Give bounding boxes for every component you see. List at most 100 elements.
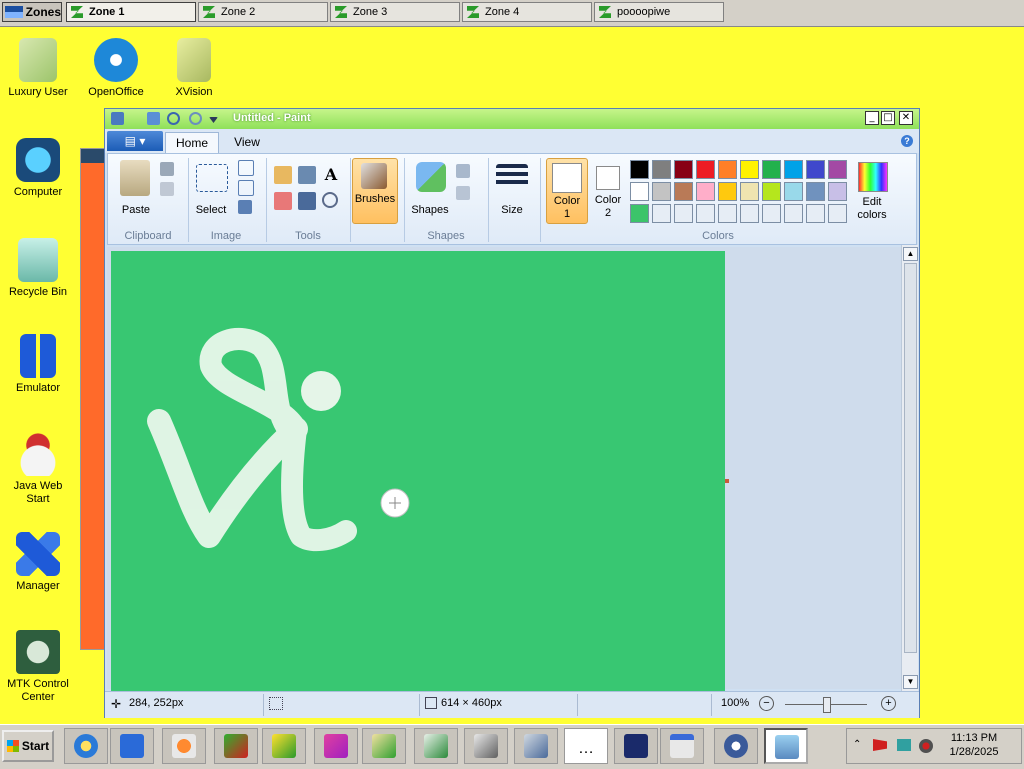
eraser-icon[interactable]: [274, 192, 292, 210]
select-button[interactable]: Select: [188, 204, 234, 216]
color-swatch[interactable]: [696, 160, 715, 179]
color-swatch[interactable]: [784, 160, 803, 179]
taskbar-settings[interactable]: [714, 728, 758, 764]
paste-button[interactable]: Paste: [112, 204, 160, 216]
taskbar-app-pink[interactable]: [314, 728, 358, 764]
color-swatch[interactable]: [828, 160, 847, 179]
taskbar-media[interactable]: [162, 728, 206, 764]
zoom-slider-thumb[interactable]: [823, 697, 831, 713]
taskbar-ie[interactable]: [64, 728, 108, 764]
taskbar-music[interactable]: [362, 728, 406, 764]
zoom-in-icon[interactable]: +: [881, 696, 896, 711]
select-icon[interactable]: [196, 164, 228, 192]
minimize-button[interactable]: _: [865, 111, 879, 125]
color-swatch[interactable]: [806, 204, 825, 223]
zone-1-tab[interactable]: Zone 1: [66, 2, 196, 22]
shapes-button[interactable]: Shapes: [406, 204, 454, 216]
color-swatch[interactable]: [762, 204, 781, 223]
scrollbar-thumb[interactable]: [904, 263, 917, 653]
color2-button[interactable]: Color 2: [590, 158, 626, 222]
color-swatch[interactable]: [652, 160, 671, 179]
color-swatch[interactable]: [740, 160, 759, 179]
close-button[interactable]: ✕: [899, 111, 913, 125]
shapes-icon[interactable]: [416, 162, 446, 192]
color-swatch[interactable]: [630, 160, 649, 179]
maximize-button[interactable]: □: [881, 111, 895, 125]
taskbar-pointer[interactable]: [614, 728, 658, 764]
desktop-icon-luxury-user[interactable]: Luxury User: [0, 38, 76, 99]
color1-button[interactable]: Color 1: [546, 158, 588, 224]
taskbar-spreadsheet[interactable]: [414, 728, 458, 764]
color-swatch[interactable]: [806, 160, 825, 179]
crop-icon[interactable]: [238, 160, 254, 176]
zone-3-tab[interactable]: Zone 3: [330, 2, 460, 22]
flag-icon[interactable]: [873, 739, 887, 751]
zone-5-tab[interactable]: poooopiwe: [594, 2, 724, 22]
color-picker-icon[interactable]: [298, 192, 316, 210]
paint-app-icon[interactable]: [111, 112, 124, 125]
color-swatch[interactable]: [762, 160, 781, 179]
tray-expand-icon[interactable]: ⌃: [853, 739, 861, 750]
desktop-icon-emulator[interactable]: Emulator: [0, 334, 76, 395]
zone-2-tab[interactable]: Zone 2: [198, 2, 328, 22]
taskbar-tools[interactable]: [214, 728, 258, 764]
taskbar-more[interactable]: …: [564, 728, 608, 764]
color-swatch[interactable]: [652, 204, 671, 223]
desktop-icon-recycle-bin[interactable]: Recycle Bin: [0, 238, 76, 299]
drawing-canvas[interactable]: [111, 251, 725, 691]
start-button[interactable]: Start: [2, 730, 54, 762]
color-swatch[interactable]: [718, 182, 737, 201]
color-swatch[interactable]: [674, 160, 693, 179]
paste-icon[interactable]: [120, 160, 150, 196]
brushes-button[interactable]: Brushes: [352, 158, 398, 224]
taskbar-editor[interactable]: [262, 728, 306, 764]
tab-home[interactable]: Home: [165, 132, 219, 153]
color-swatch[interactable]: [630, 182, 649, 201]
zoom-out-icon[interactable]: −: [759, 696, 774, 711]
copy-icon[interactable]: [160, 182, 174, 196]
taskbar-network[interactable]: [514, 728, 558, 764]
color-swatch[interactable]: [674, 204, 693, 223]
pencil-icon[interactable]: [274, 166, 292, 184]
color-swatch[interactable]: [828, 204, 847, 223]
color-swatch[interactable]: [762, 182, 781, 201]
zones-menu-button[interactable]: Zones: [2, 2, 62, 22]
color-swatch[interactable]: [806, 182, 825, 201]
color-swatch[interactable]: [718, 204, 737, 223]
resize-icon[interactable]: [238, 180, 254, 196]
clock[interactable]: 11:13 PM 1/28/2025: [944, 731, 1004, 759]
network-tray-icon[interactable]: [897, 739, 911, 751]
fill-shape-icon[interactable]: [456, 186, 470, 200]
taskbar-files[interactable]: [110, 728, 154, 764]
color-swatch[interactable]: [630, 204, 649, 223]
desktop-icon-xvision-notes[interactable]: XVision Release Notes: [156, 38, 232, 99]
taskbar-window[interactable]: [660, 728, 704, 764]
outline-icon[interactable]: [456, 164, 470, 178]
color-swatch[interactable]: [784, 204, 803, 223]
desktop-icon-openoffice[interactable]: OpenOffice 4.1.5: [78, 38, 154, 99]
paint-titlebar[interactable]: Untitled - Paint _ □ ✕: [105, 109, 919, 129]
color-swatch[interactable]: [828, 182, 847, 201]
tab-view[interactable]: View: [225, 132, 269, 153]
edit-colors-button[interactable]: Edit colors: [852, 158, 892, 222]
help-icon[interactable]: ?: [901, 135, 913, 147]
magnifier-icon[interactable]: [322, 192, 338, 208]
color-swatch[interactable]: [718, 160, 737, 179]
color-swatch[interactable]: [696, 204, 715, 223]
canvas-resize-handle[interactable]: [725, 479, 729, 483]
scroll-down-icon[interactable]: ▼: [903, 675, 918, 689]
color-swatch[interactable]: [652, 182, 671, 201]
color-swatch[interactable]: [740, 182, 759, 201]
desktop-icon-manager[interactable]: Manager: [0, 532, 76, 593]
security-icon[interactable]: [919, 739, 933, 753]
desktop-icon-computer[interactable]: Computer: [0, 138, 76, 199]
color-swatch[interactable]: [740, 204, 759, 223]
size-button[interactable]: Size: [492, 204, 532, 216]
color-swatch[interactable]: [784, 182, 803, 201]
zone-4-tab[interactable]: Zone 4: [462, 2, 592, 22]
undo-icon[interactable]: [167, 112, 180, 125]
text-icon[interactable]: A: [322, 166, 340, 184]
scroll-up-icon[interactable]: ▲: [903, 247, 918, 261]
redo-icon[interactable]: [189, 112, 202, 125]
file-menu-tab[interactable]: ▤ ▾: [107, 131, 163, 151]
